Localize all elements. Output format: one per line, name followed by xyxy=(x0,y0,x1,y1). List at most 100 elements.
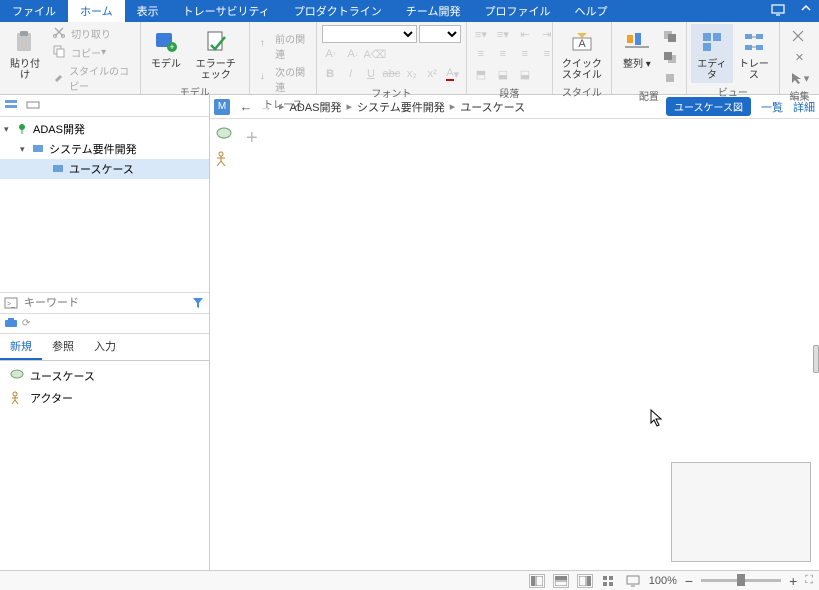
splitter-handle[interactable] xyxy=(813,345,819,373)
zoom-out-button[interactable]: − xyxy=(685,573,693,589)
toolbox-actor[interactable]: アクター xyxy=(2,387,207,409)
breadcrumb-badge: M xyxy=(214,99,230,115)
clear-format-button[interactable]: A⌫ xyxy=(365,45,385,63)
copy-icon xyxy=(52,44,68,60)
package-icon xyxy=(32,142,46,156)
underline-button[interactable]: U xyxy=(362,65,380,83)
diagram-type-chip[interactable]: ユースケース図 xyxy=(666,97,751,116)
font-increase-button[interactable]: A↑ xyxy=(321,45,341,63)
toolbox-usecase[interactable]: ユースケース xyxy=(2,365,207,387)
italic-button[interactable]: I xyxy=(341,65,359,83)
collapse-ribbon-icon[interactable] xyxy=(793,0,819,22)
present-icon[interactable] xyxy=(625,574,641,588)
copy-button[interactable]: コピー ▾ xyxy=(48,43,134,61)
close-tool-icon[interactable]: ✕ xyxy=(789,48,809,66)
zoom-in-button[interactable]: + xyxy=(789,573,797,589)
ribbon-group-font: A↑ A↓ A⌫ B I U abc x₂ x² A▾ フォント xyxy=(317,22,467,94)
trace-view-button[interactable]: トレース xyxy=(733,24,775,83)
next-relation-button[interactable]: ↓次の関連 xyxy=(256,63,310,95)
tree-expand-icon[interactable] xyxy=(4,98,20,114)
crosshair-icon[interactable]: + xyxy=(246,127,258,150)
cursor-tool-icon[interactable]: ▾ xyxy=(789,69,809,87)
menu-home[interactable]: ホーム xyxy=(68,0,125,22)
paste-button[interactable]: 貼り付け xyxy=(4,24,46,83)
terminal-icon[interactable]: >_ xyxy=(2,294,20,312)
tree-collapse-icon[interactable] xyxy=(26,98,42,114)
palette-actor-icon[interactable] xyxy=(216,151,232,167)
prev-relation-button[interactable]: ↑前の関連 xyxy=(256,30,310,62)
minimap[interactable] xyxy=(671,462,811,562)
forward-button[interactable]: → xyxy=(256,99,276,114)
search-input[interactable] xyxy=(20,297,189,309)
bullet-list-button[interactable]: ≡▾ xyxy=(471,25,491,43)
grid-icon[interactable] xyxy=(601,574,617,588)
tree-child-1[interactable]: ▾ システム要件開発 xyxy=(0,139,209,159)
fit-button[interactable]: ⛶ xyxy=(805,574,813,587)
editor-button[interactable]: エディタ xyxy=(691,24,733,83)
canvas[interactable]: + xyxy=(210,119,819,570)
menu-view[interactable]: 表示 xyxy=(125,0,171,22)
menu-team[interactable]: チーム開発 xyxy=(394,0,473,22)
bring-front-icon[interactable] xyxy=(660,27,680,45)
number-list-button[interactable]: ≡▾ xyxy=(493,25,513,43)
toolbox-icon xyxy=(4,316,18,331)
zoom-slider[interactable] xyxy=(701,579,781,582)
breadcrumb-item[interactable]: システム要件開発 xyxy=(355,99,447,115)
strike-button[interactable]: abc xyxy=(382,65,400,83)
align-right-button[interactable]: ≡ xyxy=(515,45,535,63)
valign-middle-button[interactable]: ⬓ xyxy=(493,65,513,83)
group-icon[interactable] xyxy=(660,69,680,87)
superscript-button[interactable]: x² xyxy=(423,65,441,83)
collapse-arrow-icon[interactable]: ▾ xyxy=(4,124,16,135)
menu-help[interactable]: ヘルプ xyxy=(562,0,619,22)
tab-input[interactable]: 入力 xyxy=(84,334,126,360)
error-check-button[interactable]: エラーチェック xyxy=(187,24,245,83)
align-center-button[interactable]: ≡ xyxy=(493,45,513,63)
tree: ▾ ADAS開発 ▾ システム要件開発 ユースケース xyxy=(0,117,209,292)
filter-icon[interactable] xyxy=(189,294,207,312)
font-decrease-button[interactable]: A↓ xyxy=(343,45,363,63)
statusbar: 100% − + ⛶ xyxy=(0,570,819,590)
usecase-oval-icon xyxy=(10,369,24,383)
menu-profile[interactable]: プロファイル xyxy=(472,0,562,22)
breadcrumb-item[interactable]: ADAS開発 xyxy=(288,99,344,115)
style-copy-button[interactable]: スタイルのコピー xyxy=(48,62,134,94)
font-size-select[interactable] xyxy=(419,25,461,43)
back-button[interactable]: ← xyxy=(236,99,256,114)
canvas-palette xyxy=(216,127,232,167)
list-link[interactable]: 一覧 xyxy=(761,99,783,115)
palette-usecase-icon[interactable] xyxy=(216,127,232,143)
tab-new[interactable]: 新規 xyxy=(0,334,42,360)
tab-ref[interactable]: 参照 xyxy=(42,334,84,360)
menu-traceability[interactable]: トレーサビリティ xyxy=(171,0,282,22)
refresh-icon[interactable]: ⟳ xyxy=(22,318,30,329)
valign-top-button[interactable]: ⬒ xyxy=(471,65,491,83)
layout-1-icon[interactable] xyxy=(529,574,545,588)
cut-tool-icon[interactable] xyxy=(789,27,809,45)
bold-button[interactable]: B xyxy=(321,65,339,83)
align-button[interactable]: 整列 ▾ xyxy=(616,24,658,72)
quick-style-button[interactable]: A クイック スタイル xyxy=(557,24,607,83)
monitor-icon[interactable] xyxy=(763,0,793,22)
tree-toolbar xyxy=(0,95,209,117)
tree-child-2[interactable]: ユースケース xyxy=(0,159,209,179)
outdent-button[interactable]: ⇤ xyxy=(515,25,535,43)
ribbon-group-clipboard: 貼り付け 切り取り コピー ▾ スタイルのコピー クリップボード xyxy=(0,22,141,94)
font-color-button[interactable]: A▾ xyxy=(443,65,461,83)
tree-root[interactable]: ▾ ADAS開発 xyxy=(0,119,209,139)
model-button[interactable]: + モデル xyxy=(145,24,187,72)
model-icon: + xyxy=(150,26,182,58)
layout-2-icon[interactable] xyxy=(553,574,569,588)
font-family-select[interactable] xyxy=(322,25,417,43)
align-left-button[interactable]: ≡ xyxy=(471,45,491,63)
send-back-icon[interactable] xyxy=(660,48,680,66)
layout-3-icon[interactable] xyxy=(577,574,593,588)
detail-link[interactable]: 詳細 xyxy=(793,99,815,115)
breadcrumb-item[interactable]: ユースケース xyxy=(458,99,527,115)
valign-bottom-button[interactable]: ⬓ xyxy=(515,65,535,83)
collapse-arrow-icon[interactable]: ▾ xyxy=(20,144,32,155)
menu-file[interactable]: ファイル xyxy=(0,0,68,22)
cut-button[interactable]: 切り取り xyxy=(48,24,134,42)
subscript-button[interactable]: x₂ xyxy=(403,65,421,83)
menu-productline[interactable]: プロダクトライン xyxy=(282,0,394,22)
